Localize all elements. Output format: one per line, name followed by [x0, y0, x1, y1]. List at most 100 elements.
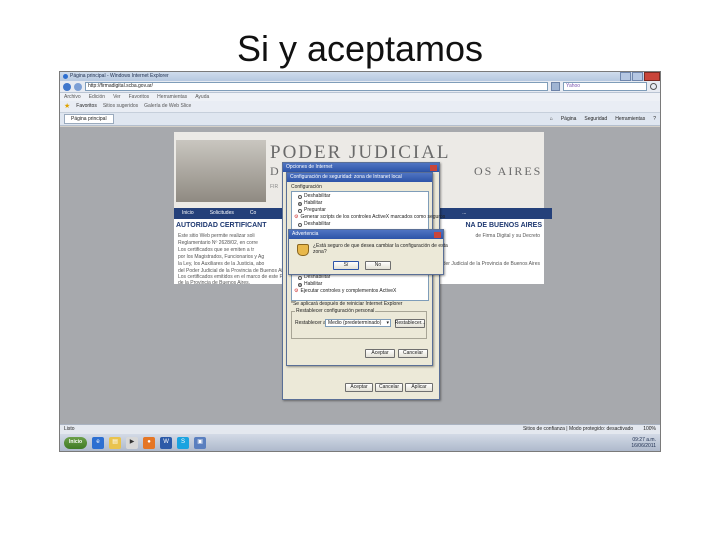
option-habilitar-1[interactable]: Habilitar	[298, 200, 322, 207]
cmd-tools[interactable]: Herramientas	[615, 116, 645, 123]
accept-button[interactable]: Aceptar	[365, 349, 395, 358]
setting-generate-scripts: ⚙ Generar scripts de los controles Active…	[294, 214, 446, 220]
slide-title: Si y aceptamos	[236, 28, 484, 69]
help-icon[interactable]: ?	[653, 116, 656, 123]
radio-selected-icon[interactable]	[298, 201, 302, 206]
warning-message-2: zona?	[313, 249, 327, 255]
nav-solicitudes[interactable]: Solicitudes	[210, 210, 234, 217]
screenshot-window: Página principal - Windows Internet Expl…	[59, 71, 661, 452]
reset-button[interactable]: Restablecer...	[395, 319, 425, 328]
para-line-4: por los Magistrados, Funcionarios y Ag	[178, 254, 265, 260]
bottom-accept-button[interactable]: Aceptar	[345, 383, 373, 392]
reset-group-label: Restablecer configuración personal	[295, 308, 376, 315]
refresh-icon[interactable]	[551, 82, 560, 91]
close-icon[interactable]	[644, 72, 660, 81]
home-icon[interactable]: ⌂	[550, 116, 553, 123]
chevron-down-icon[interactable]: ▾	[386, 320, 389, 327]
nav-inicio[interactable]: Inicio	[182, 210, 194, 217]
app-taskbar-icon[interactable]: ▣	[194, 436, 207, 449]
menu-ver[interactable]: Ver	[113, 94, 121, 101]
window-titlebar: Página principal - Windows Internet Expl…	[60, 72, 660, 81]
forward-icon[interactable]	[74, 82, 82, 91]
no-button[interactable]: No	[365, 261, 391, 270]
radio-icon[interactable]	[298, 194, 302, 199]
fav-link-suggested[interactable]: Sitios sugeridos	[103, 103, 138, 110]
brand-subtitle-left: D	[270, 164, 281, 178]
radio-selected-icon[interactable]	[298, 282, 302, 287]
reset-to-label: Restablecer a:	[295, 320, 328, 326]
option-deshabilitar-3[interactable]: Deshabilitar	[298, 274, 330, 281]
address-row: http://firmadigital.scba.gov.ar/ Yahoo	[60, 81, 660, 93]
ie-icon	[63, 74, 68, 79]
yes-button[interactable]: Sí	[333, 261, 359, 270]
reset-select[interactable]: Medio (predeterminado) ▾	[325, 319, 391, 327]
internet-options-close-icon[interactable]	[430, 164, 437, 171]
explorer-taskbar-icon[interactable]: ▤	[109, 436, 122, 449]
start-button[interactable]: Inicio	[64, 436, 88, 449]
zoom-control[interactable]: 100%	[643, 426, 656, 433]
reset-group: Restablecer configuración personal Resta…	[291, 308, 427, 339]
settings-gear-icon: ⚙	[294, 288, 299, 294]
menu-ayuda[interactable]: Ayuda	[195, 94, 209, 101]
status-right: Sitios de confianza | Modo protegido: de…	[523, 426, 656, 433]
cancel-button[interactable]: Cancelar	[398, 349, 428, 358]
nav-more[interactable]: ...	[462, 210, 466, 217]
restart-note: *Se aplicará después de reiniciar Intern…	[291, 301, 403, 307]
search-input[interactable]: Yahoo	[563, 82, 647, 91]
heading-right: NA DE BUENOS AIRES	[465, 222, 543, 229]
bottom-apply-button[interactable]: Aplicar	[405, 383, 433, 392]
search-icon[interactable]	[650, 83, 657, 90]
warning-message-1: ¿Está seguro de que desea cambiar la con…	[313, 243, 448, 249]
menu-archivo[interactable]: Archivo	[64, 94, 81, 101]
browser-content: PODER JUDICIAL D OS AIRES FIR Inicio Sol…	[60, 127, 660, 424]
fav-link-webslice[interactable]: Galería de Web Slice	[144, 103, 191, 110]
menu-favoritos[interactable]: Favoritos	[129, 94, 150, 101]
ie-taskbar-icon[interactable]: e	[92, 436, 105, 449]
menu-edicion[interactable]: Edición	[89, 94, 105, 101]
skype-taskbar-icon[interactable]: S	[177, 436, 190, 449]
building-image	[176, 140, 266, 202]
back-icon[interactable]	[63, 82, 71, 91]
menu-bar: Archivo Edición Ver Favoritos Herramient…	[60, 93, 660, 101]
maximize-icon[interactable]	[632, 72, 643, 81]
security-settings-titlebar: Configuración de seguridad: zona de Intr…	[287, 173, 432, 182]
radio-icon[interactable]	[298, 222, 302, 227]
system-clock[interactable]: 09:27 a.m. 16/06/2011	[631, 437, 656, 449]
cmd-security[interactable]: Seguridad	[584, 116, 607, 123]
firefox-taskbar-icon[interactable]: ●	[143, 436, 156, 449]
zone-status: Sitios de confianza | Modo protegido: de…	[522, 426, 634, 432]
favorites-button[interactable]: Favoritos	[76, 103, 97, 110]
heading-left: AUTORIDAD CERTIFICANT	[176, 222, 267, 229]
radio-icon[interactable]	[298, 208, 302, 213]
option-deshabilitar-2[interactable]: Deshabilitar	[298, 221, 330, 228]
command-bar: ⌂ Página Seguridad Herramientas ?	[550, 116, 656, 123]
nav-co[interactable]: Co	[250, 210, 256, 217]
internet-options-titlebar: Opciones de Internet	[283, 163, 439, 172]
para-line-8: de la Provincia de Buenos Aires.	[178, 280, 250, 286]
brand-title: PODER JUDICIAL	[270, 142, 451, 163]
cmd-page[interactable]: Página	[561, 116, 577, 123]
media-taskbar-icon[interactable]: ▶	[126, 436, 139, 449]
warning-close-icon[interactable]	[434, 231, 441, 238]
window-controls[interactable]	[620, 72, 660, 81]
config-label: Configuración	[291, 184, 322, 190]
radio-icon[interactable]	[298, 275, 302, 280]
para-line-3: Los certificados que se emiten a tr	[178, 247, 255, 253]
shield-warning-icon	[297, 244, 309, 256]
option-preguntar-1[interactable]: Preguntar	[298, 207, 326, 214]
address-bar[interactable]: http://firmadigital.scba.gov.ar/	[85, 82, 548, 91]
word-taskbar-icon[interactable]: W	[160, 436, 173, 449]
tab-bar: Página principal ⌂ Página Seguridad Herr…	[60, 113, 660, 126]
menu-herramientas[interactable]: Herramientas	[157, 94, 187, 101]
brand-line3: FIR	[270, 184, 279, 190]
settings-gear-icon: ⚙	[294, 214, 299, 220]
para-line-2: Reglamentario Nº 2628/02, en corre	[178, 240, 258, 246]
taskbar: Inicio e ▤ ▶ ● W S ▣ 09:27 a.m. 16/06/20…	[60, 434, 660, 451]
star-icon[interactable]: ★	[64, 103, 70, 110]
option-deshabilitar-1[interactable]: Deshabilitar	[298, 193, 330, 200]
bottom-cancel-button[interactable]: Cancelar	[375, 383, 403, 392]
option-habilitar-3[interactable]: Habilitar	[298, 281, 322, 288]
minimize-icon[interactable]	[620, 72, 631, 81]
warning-dialog: Advertencia ¿Está seguro de que desea ca…	[288, 229, 448, 275]
tab-home[interactable]: Página principal	[64, 114, 114, 124]
